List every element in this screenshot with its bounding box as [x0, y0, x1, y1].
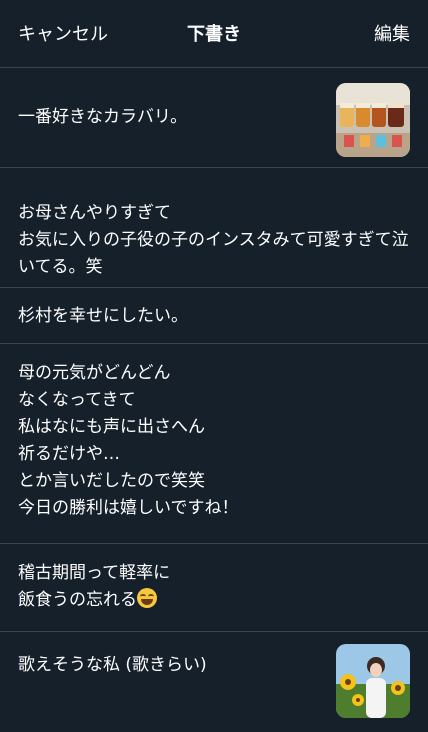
- draft-text-line: 飯食うの忘れる: [18, 587, 318, 614]
- draft-item[interactable]: お母さんやりすぎて お気に入りの子役の子のインスタみて可愛すぎて泣いてる。笑: [0, 168, 428, 288]
- draft-item[interactable]: 稽古期間って軽率に 飯食うの忘れる: [0, 544, 428, 632]
- top-bar: キャンセル 下書き 編集: [0, 0, 428, 68]
- draft-item[interactable]: 杉村を幸せにしたい。: [0, 288, 428, 344]
- drafts-list: 一番好きなカラバリ。 お母さんやりすぎて お気に入りの子役の子のインスタみて可愛…: [0, 68, 428, 732]
- draft-thumbnail-sunflower[interactable]: [336, 644, 410, 718]
- draft-text: お母さんやりすぎて お気に入りの子役の子のインスタみて可愛すぎて泣いてる。笑: [18, 203, 409, 277]
- draft-text-line: 稽古期間って軽率に: [18, 563, 171, 583]
- draft-text: 杉村を幸せにしたい。: [18, 306, 188, 326]
- draft-item[interactable]: 母の元気がどんどん なくなってきて 私はなにも声に出さへん 祈るだけや… とか言…: [0, 344, 428, 544]
- draft-item[interactable]: 歌えそうな私 (歌きらい): [0, 632, 428, 732]
- draft-item[interactable]: 一番好きなカラバリ。: [0, 68, 428, 168]
- sunflower-portrait-photo-icon: [336, 644, 410, 718]
- face-with-tears-of-joy-icon: [137, 588, 157, 608]
- draft-text: 母の元気がどんどん なくなってきて 私はなにも声に出さへん 祈るだけや… とか言…: [18, 363, 239, 518]
- beer-glasses-photo-icon: [336, 83, 410, 157]
- page-title: 下書き: [187, 24, 241, 45]
- draft-thumbnail-beer-glasses[interactable]: [336, 83, 410, 157]
- draft-text: 歌えそうな私 (歌きらい): [18, 655, 207, 675]
- edit-button[interactable]: 編集: [374, 20, 410, 46]
- draft-text: 稽古期間って軽率に 飯食うの忘れる: [18, 544, 318, 614]
- draft-text: 一番好きなカラバリ。: [18, 107, 188, 127]
- draft-text-segment: 飯食うの忘れる: [18, 590, 137, 610]
